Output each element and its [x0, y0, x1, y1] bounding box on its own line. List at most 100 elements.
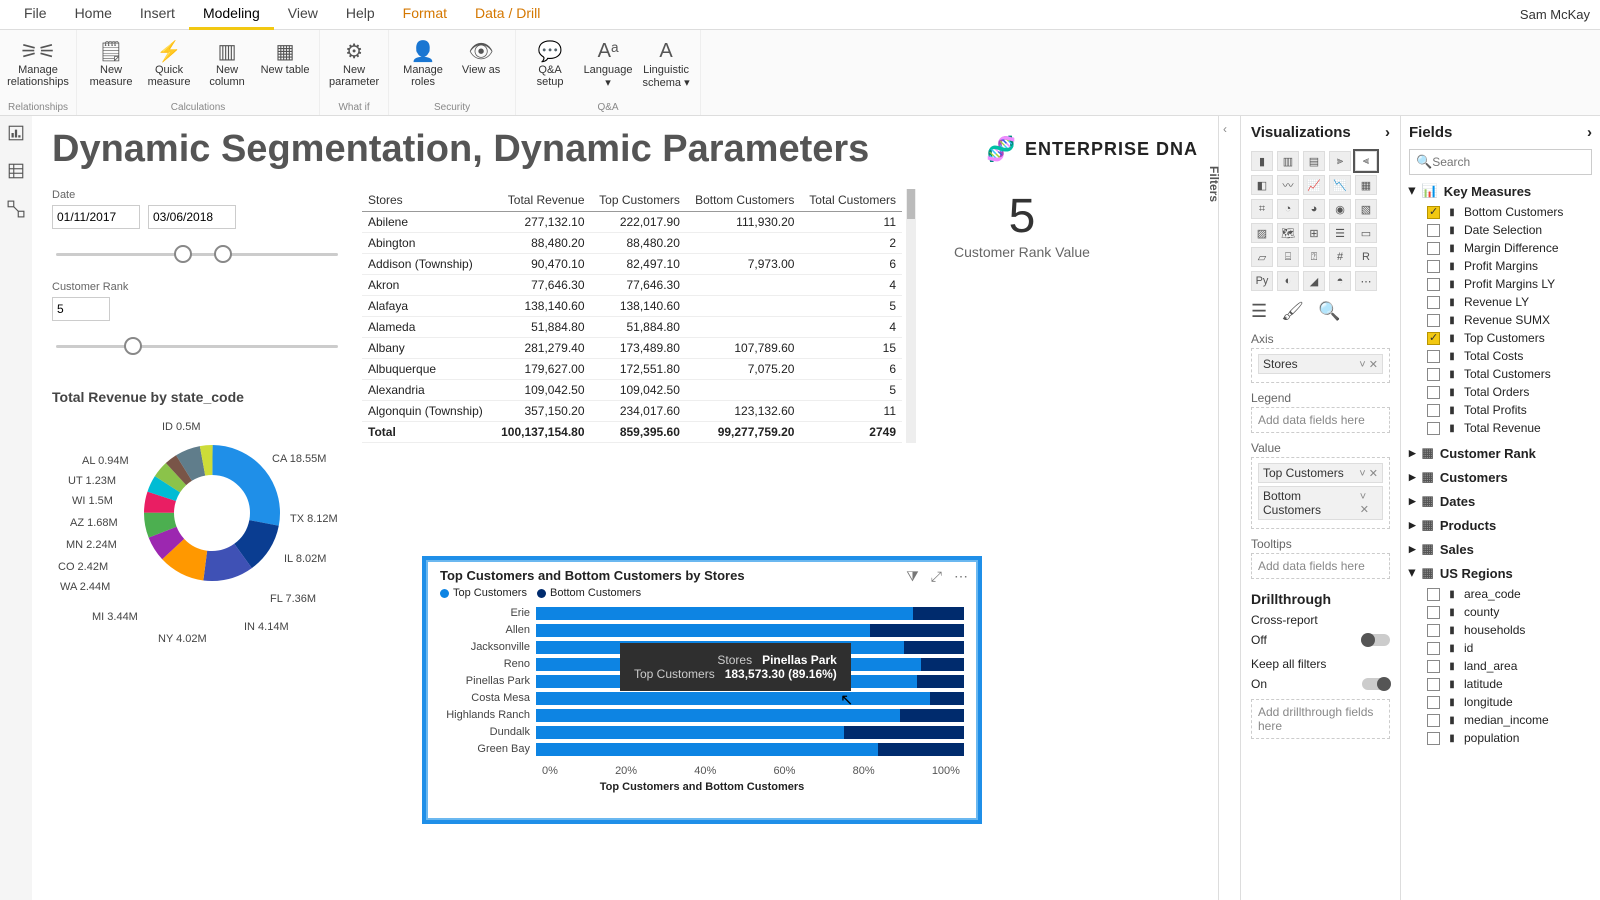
linguistic-schema[interactable]: ALinguistic schema ▾	[640, 34, 692, 89]
field-item[interactable]: ▮Top Customers	[1409, 329, 1592, 347]
new-parameter[interactable]: ⚙New parameter	[328, 34, 380, 88]
checkbox-icon[interactable]	[1427, 332, 1440, 345]
viz-type-icon[interactable]: ◓	[1329, 271, 1351, 291]
viz-type-icon[interactable]: ▭	[1355, 223, 1377, 243]
report-view-icon[interactable]	[7, 124, 25, 142]
checkbox-icon[interactable]	[1427, 422, 1440, 435]
field-item[interactable]: ▮median_income	[1409, 711, 1592, 729]
checkbox-icon[interactable]	[1427, 206, 1440, 219]
date-from-input[interactable]	[52, 205, 140, 229]
menu-tab-format[interactable]: Format	[389, 0, 461, 30]
field-item[interactable]: ▮county	[1409, 603, 1592, 621]
table-row[interactable]: Alameda51,884.8051,884.804	[362, 317, 902, 338]
checkbox-icon[interactable]	[1427, 624, 1440, 637]
field-item[interactable]: ▮Margin Difference	[1409, 239, 1592, 257]
table-row[interactable]: Akron77,646.3077,646.304	[362, 275, 902, 296]
menu-tab-file[interactable]: File	[10, 0, 61, 30]
checkbox-icon[interactable]	[1427, 260, 1440, 273]
menu-tab-modeling[interactable]: Modeling	[189, 0, 274, 30]
table-row[interactable]: Albany281,279.40173,489.80107,789.6015	[362, 338, 902, 359]
field-item[interactable]: ▮Bottom Customers	[1409, 203, 1592, 221]
field-item[interactable]: ▮land_area	[1409, 657, 1592, 675]
table-row[interactable]: Albuquerque179,627.00172,551.807,075.206	[362, 359, 902, 380]
signed-in-user[interactable]: Sam McKay	[1520, 7, 1590, 22]
fields-tab-icon[interactable]: ☰	[1251, 301, 1267, 322]
table-header[interactable]: Stores	[362, 189, 492, 212]
drillthrough-well[interactable]: Add drillthrough fields here	[1251, 699, 1390, 739]
checkbox-icon[interactable]	[1427, 368, 1440, 381]
field-table-dates[interactable]: ▸▦Dates	[1409, 493, 1592, 509]
menu-tab-home[interactable]: Home	[61, 0, 126, 30]
viz-type-icon[interactable]: ◐	[1277, 271, 1299, 291]
checkbox-icon[interactable]	[1427, 404, 1440, 417]
field-item[interactable]: ▮Total Profits	[1409, 401, 1592, 419]
checkbox-icon[interactable]	[1427, 660, 1440, 673]
bar-row[interactable]: Highlands Ranch	[440, 707, 964, 723]
viz-type-icon[interactable]: ◢	[1303, 271, 1325, 291]
more-options-icon[interactable]: ⋯	[954, 568, 968, 585]
field-item[interactable]: ▮Revenue SUMX	[1409, 311, 1592, 329]
chevron-right-icon[interactable]: ›	[1385, 124, 1390, 141]
date-range-slider[interactable]	[56, 243, 338, 267]
table-row[interactable]: Addison (Township)90,470.1082,497.107,97…	[362, 254, 902, 275]
viz-type-icon[interactable]: ⌸	[1277, 247, 1299, 267]
viz-type-icon[interactable]: ◔	[1277, 199, 1299, 219]
stacked-bar-visual[interactable]: Top Customers and Bottom Customers by St…	[422, 556, 982, 824]
table-scrollbar[interactable]	[906, 189, 916, 443]
checkbox-icon[interactable]	[1427, 696, 1440, 709]
field-item[interactable]: ▮households	[1409, 621, 1592, 639]
well-value[interactable]: Top Customers˅ ✕Bottom Customers˅ ✕	[1251, 457, 1390, 529]
checkbox-icon[interactable]	[1427, 732, 1440, 745]
field-table-customer-rank[interactable]: ▸▦Customer Rank	[1409, 445, 1592, 461]
field-item[interactable]: ▮id	[1409, 639, 1592, 657]
field-table-key-measures[interactable]: ▸📊Key Measures	[1409, 183, 1592, 199]
filters-pane-collapsed[interactable]: ‹ Filters	[1218, 116, 1240, 900]
new-table[interactable]: ▦New table	[259, 34, 311, 76]
menu-tab-data-drill[interactable]: Data / Drill	[461, 0, 554, 30]
chevron-right-icon[interactable]: ›	[1587, 124, 1592, 141]
donut-visual[interactable]: Total Revenue by state_code	[52, 389, 342, 653]
field-table-sales[interactable]: ▸▦Sales	[1409, 541, 1592, 557]
viz-type-icon[interactable]: ▧	[1355, 199, 1377, 219]
field-item[interactable]: ▮Total Orders	[1409, 383, 1592, 401]
model-view-icon[interactable]	[7, 200, 25, 218]
table-row[interactable]: Algonquin (Township)357,150.20234,017.60…	[362, 401, 902, 422]
viz-type-icon[interactable]: ☰	[1329, 223, 1351, 243]
analytics-tab-icon[interactable]: 🔍	[1318, 301, 1340, 322]
field-item[interactable]: ▮Total Customers	[1409, 365, 1592, 383]
viz-type-icon[interactable]: 〰	[1277, 175, 1299, 195]
viz-type-icon[interactable]: 🗺	[1277, 223, 1299, 243]
viz-type-icon[interactable]: #	[1329, 247, 1351, 267]
table-header[interactable]: Bottom Customers	[686, 189, 801, 212]
viz-type-icon[interactable]: ◧	[1251, 175, 1273, 195]
qa-setup[interactable]: 💬Q&A setup	[524, 34, 576, 88]
checkbox-icon[interactable]	[1427, 588, 1440, 601]
viz-type-icon[interactable]: ▨	[1251, 223, 1273, 243]
field-item[interactable]: ▮latitude	[1409, 675, 1592, 693]
viz-type-icon[interactable]: ⍰	[1303, 247, 1325, 267]
field-table-customers[interactable]: ▸▦Customers	[1409, 469, 1592, 485]
viz-type-icon[interactable]: Py	[1251, 271, 1273, 291]
bar-row[interactable]: Erie	[440, 605, 964, 621]
field-item[interactable]: ▮longitude	[1409, 693, 1592, 711]
field-item[interactable]: ▮area_code	[1409, 585, 1592, 603]
menu-tab-help[interactable]: Help	[332, 0, 389, 30]
field-item[interactable]: ▮Total Revenue	[1409, 419, 1592, 437]
checkbox-icon[interactable]	[1427, 642, 1440, 655]
table-header[interactable]: Top Customers	[591, 189, 686, 212]
checkbox-icon[interactable]	[1427, 386, 1440, 399]
fields-search[interactable]: 🔍	[1409, 149, 1592, 175]
viz-type-icon[interactable]: ⌗	[1251, 199, 1273, 219]
rank-input[interactable]	[52, 297, 110, 321]
field-item[interactable]: ▮Profit Margins LY	[1409, 275, 1592, 293]
viz-type-icon[interactable]: R	[1355, 247, 1377, 267]
checkbox-icon[interactable]	[1427, 242, 1440, 255]
well-item[interactable]: Stores˅ ✕	[1258, 354, 1383, 374]
manage-roles[interactable]: 👤Manage roles	[397, 34, 449, 88]
field-table-us-regions[interactable]: ▸▦US Regions	[1409, 565, 1592, 581]
new-measure[interactable]: 🗒New measure	[85, 34, 137, 88]
well-axis[interactable]: Stores˅ ✕	[1251, 348, 1390, 383]
field-table-products[interactable]: ▸▦Products	[1409, 517, 1592, 533]
checkbox-icon[interactable]	[1427, 606, 1440, 619]
bar-row[interactable]: Green Bay	[440, 741, 964, 757]
